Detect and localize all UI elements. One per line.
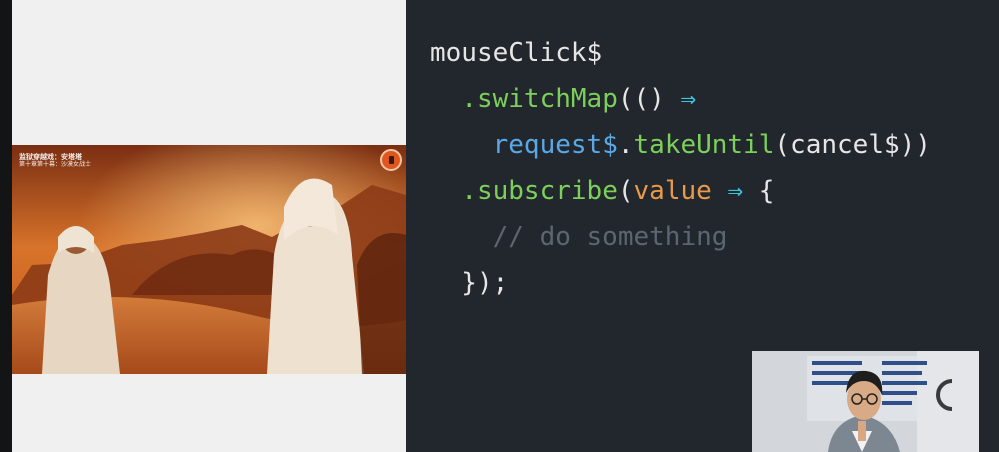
code-token: ⇒ [727,176,744,206]
code-token: request$ [492,130,618,160]
code-token: value [633,176,712,206]
desert-photo: 监狱穿越戏：安塔塔 第十章第十幕：沙漠女战士 [12,145,406,374]
photo-caption-subtitle: 第十章第十幕：沙漠女战士 [19,161,92,168]
code-token: }); [430,268,509,298]
code-line: // do something [430,214,931,260]
photo-caption: 监狱穿越戏：安塔塔 第十章第十幕：沙漠女战士 [19,153,92,169]
code-line: .subscribe(value ⇒ { [430,168,931,214]
play-badge-icon[interactable] [380,149,402,171]
photo-caption-title: 监狱穿越戏：安塔塔 [19,153,82,161]
code-line: request$.takeUntil(cancel$)) [430,122,931,168]
code-token: (() [617,84,681,114]
code-block: mouseClick$ .switchMap(() ⇒ request$.tak… [430,30,931,306]
code-token: mouseClick$ [430,38,603,68]
code-line: .switchMap(() ⇒ [430,76,931,122]
desert-photo-image [12,145,406,374]
presenter-icon [752,351,979,452]
code-token: ( [617,176,634,206]
code-token: (cancel$)) [774,130,931,160]
code-token: takeUntil [633,130,775,160]
code-line: }); [430,260,931,306]
code-token: .subscribe [461,176,618,206]
video-frame: 监狱穿越戏：安塔塔 第十章第十幕：沙漠女战士 mouseClick$ .swit… [0,0,999,452]
code-token: { [743,176,775,206]
code-line: mouseClick$ [430,30,931,76]
code-token: .switchMap [461,84,618,114]
code-token: // do something [430,222,728,252]
left-border [0,0,12,452]
code-token: . [617,130,634,160]
code-token: ⇒ [680,84,697,114]
presenter-webcam [752,351,979,452]
